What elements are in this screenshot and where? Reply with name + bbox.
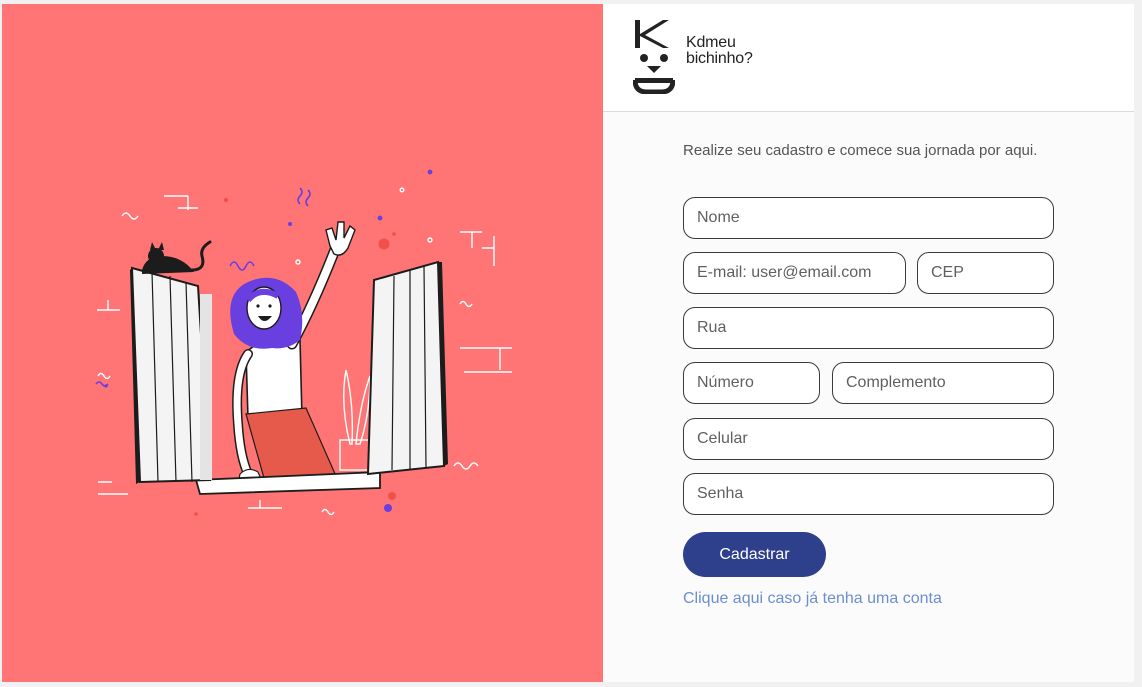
- password-input[interactable]: [683, 473, 1054, 515]
- cep-input[interactable]: [917, 252, 1054, 294]
- header: Kdmeu bichinho?: [603, 4, 1134, 112]
- email-input[interactable]: [683, 252, 906, 294]
- name-input[interactable]: [683, 197, 1054, 239]
- brand-line-1: Kdmeu: [686, 34, 736, 51]
- register-button[interactable]: Cadastrar: [683, 532, 826, 577]
- woman-waving-illustration: [95, 169, 512, 516]
- login-link[interactable]: Clique aqui caso já tenha uma conta: [683, 590, 942, 608]
- street-input[interactable]: [683, 307, 1054, 349]
- number-input[interactable]: [683, 362, 820, 404]
- dog-logo-icon: [633, 20, 675, 94]
- brand-line-2: bichinho?: [686, 50, 753, 67]
- brand-name: Kdmeu bichinho?: [686, 35, 753, 67]
- complement-input[interactable]: [832, 362, 1054, 404]
- intro-text: Realize seu cadastro e comece sua jornad…: [683, 142, 1038, 159]
- signup-panel: Kdmeu bichinho? Realize seu cadastro e c…: [603, 4, 1134, 682]
- phone-input[interactable]: [683, 418, 1054, 460]
- hero-panel: [2, 4, 603, 682]
- signup-page: Kdmeu bichinho? Realize seu cadastro e c…: [2, 4, 1134, 682]
